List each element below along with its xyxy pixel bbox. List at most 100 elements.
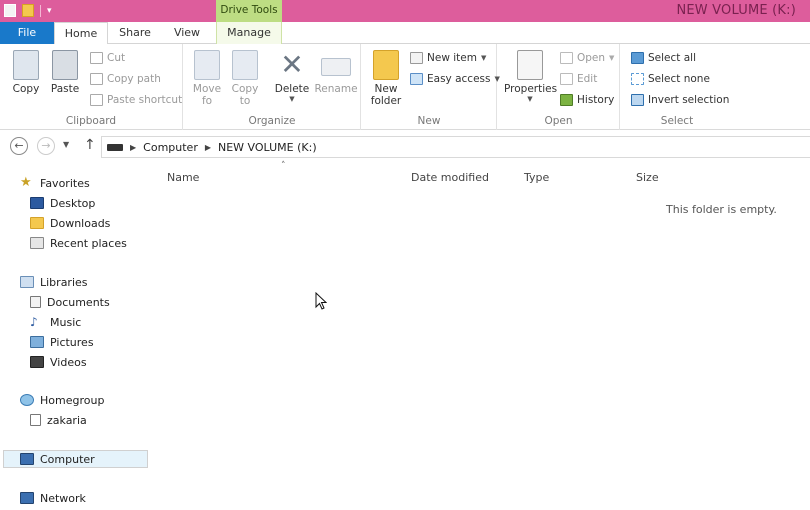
- recent-places-icon: [30, 237, 44, 249]
- cut-button[interactable]: Cut: [90, 52, 125, 64]
- nav-libraries[interactable]: Libraries: [20, 273, 88, 291]
- nav-computer-label: Computer: [40, 452, 95, 466]
- new-group: New folder New item ▼ Easy access ▼ New: [362, 44, 500, 130]
- nav-music[interactable]: ♪ Music: [30, 313, 81, 331]
- paste-shortcut-icon: [90, 94, 103, 106]
- drive-tools-context-label: Drive Tools: [216, 0, 282, 22]
- new-folder-quick-icon[interactable]: [22, 4, 34, 17]
- copy-to-button[interactable]: Copy to: [228, 50, 262, 107]
- tab-file[interactable]: File: [0, 22, 54, 44]
- new-item-icon: [410, 52, 423, 64]
- column-name[interactable]: Name: [167, 171, 199, 184]
- address-box[interactable]: ▶ Computer ▶ NEW VOLUME (K:): [101, 136, 810, 158]
- delete-dropdown-icon: ▼: [289, 95, 295, 103]
- open-group: Properties ▼ Open ▼ Edit History Open: [498, 44, 620, 130]
- window-title: NEW VOLUME (K:): [676, 3, 796, 18]
- nav-videos[interactable]: Videos: [30, 353, 87, 371]
- clipboard-group-label: Clipboard: [65, 115, 117, 127]
- column-size[interactable]: Size: [636, 171, 659, 184]
- easy-access-label: Easy access: [427, 73, 491, 85]
- history-label: History: [577, 94, 615, 106]
- nav-homegroup-label: Homegroup: [40, 393, 105, 407]
- paste-label: Paste: [50, 83, 80, 95]
- move-to-label-line2: fo: [201, 95, 213, 107]
- invert-selection-label: Invert selection: [648, 94, 730, 106]
- nav-network[interactable]: Network: [20, 489, 86, 507]
- nav-homegroup[interactable]: Homegroup: [20, 391, 104, 409]
- forward-button[interactable]: →: [37, 137, 55, 155]
- new-group-label: New: [417, 115, 441, 127]
- tab-share[interactable]: Share: [110, 22, 160, 44]
- move-to-button[interactable]: Move fo: [190, 50, 224, 107]
- paste-button[interactable]: Paste: [46, 50, 84, 95]
- copy-path-label: Copy path: [107, 73, 161, 85]
- back-button[interactable]: ←: [10, 137, 28, 155]
- breadcrumb-new-volume[interactable]: NEW VOLUME (K:): [218, 141, 317, 154]
- easy-access-button[interactable]: Easy access ▼: [410, 73, 500, 85]
- delete-button[interactable]: ✕ Delete ▼: [272, 50, 312, 104]
- breadcrumb-separator-icon[interactable]: ▶: [130, 143, 136, 152]
- column-type[interactable]: Type: [524, 171, 549, 184]
- ribbon-tab-row: File Home Share View Manage: [0, 22, 810, 45]
- easy-access-icon: [410, 73, 423, 85]
- pictures-icon: [30, 336, 44, 348]
- edit-button[interactable]: Edit: [560, 73, 597, 85]
- organize-group: Move fo Copy to ✕ Delete ▼ Rename Organi…: [184, 44, 361, 130]
- tab-manage[interactable]: Manage: [216, 22, 282, 44]
- invert-selection-icon: [631, 94, 644, 106]
- paste-shortcut-button[interactable]: Paste shortcut: [90, 94, 182, 106]
- open-button[interactable]: Open ▼: [560, 52, 614, 64]
- customize-qat-icon[interactable]: ▾: [47, 6, 52, 16]
- nav-documents-label: Documents: [47, 295, 110, 309]
- nav-desktop[interactable]: Desktop: [30, 194, 95, 212]
- rename-button[interactable]: Rename: [314, 50, 358, 95]
- open-icon: [560, 52, 573, 64]
- qat-separator: [40, 4, 41, 17]
- scissors-icon: [90, 52, 103, 64]
- nav-pictures[interactable]: Pictures: [30, 333, 94, 351]
- cut-label: Cut: [107, 52, 126, 64]
- computer-icon: [20, 453, 34, 465]
- invert-selection-button[interactable]: Invert selection: [631, 94, 729, 106]
- homegroup-icon: [20, 394, 34, 406]
- properties-quick-icon[interactable]: [4, 4, 16, 17]
- select-all-button[interactable]: Select all: [631, 52, 696, 64]
- tab-home[interactable]: Home: [54, 22, 108, 45]
- nav-favorites-label: Favorites: [40, 176, 90, 190]
- properties-button[interactable]: Properties ▼: [504, 50, 557, 103]
- nav-computer[interactable]: Computer: [3, 450, 148, 468]
- nav-recent-places[interactable]: Recent places: [30, 234, 127, 252]
- nav-favorites[interactable]: ★ Favorites: [20, 174, 90, 192]
- user-icon: [30, 414, 41, 426]
- new-item-button[interactable]: New item ▼: [410, 52, 486, 64]
- recent-locations-dropdown-icon[interactable]: ▼: [63, 140, 69, 149]
- mouse-cursor-icon: [315, 292, 327, 310]
- nav-recent-label: Recent places: [50, 236, 127, 250]
- star-icon: ★: [20, 175, 32, 190]
- new-folder-label-line2: folder: [370, 95, 402, 107]
- navigation-pane: ★ Favorites Desktop Downloads Recent pla…: [0, 165, 150, 510]
- copy-path-button[interactable]: Copy path: [90, 73, 161, 85]
- nav-music-label: Music: [50, 315, 82, 329]
- up-arrow-icon[interactable]: ↑: [84, 137, 96, 153]
- breadcrumb-separator-icon[interactable]: ▶: [205, 143, 211, 152]
- breadcrumb-computer[interactable]: Computer: [143, 141, 198, 154]
- select-none-button[interactable]: Select none: [631, 73, 710, 85]
- select-all-icon: [631, 52, 644, 64]
- new-folder-button[interactable]: New folder: [368, 50, 404, 107]
- open-group-label: Open: [544, 115, 573, 127]
- nav-documents[interactable]: Documents: [30, 293, 110, 311]
- nav-user[interactable]: zakaria: [30, 411, 87, 429]
- column-date-modified[interactable]: Date modified: [411, 171, 489, 184]
- copy-to-label-line1: Copy: [231, 83, 259, 95]
- title-bar: ▾ Drive Tools NEW VOLUME (K:): [0, 0, 810, 22]
- tab-view[interactable]: View: [162, 22, 212, 44]
- nav-downloads[interactable]: Downloads: [30, 214, 110, 232]
- new-item-dropdown-icon: ▼: [480, 54, 487, 62]
- copy-button[interactable]: Copy: [8, 50, 44, 95]
- history-button[interactable]: History: [560, 94, 614, 106]
- copy-to-label-line2: to: [239, 95, 251, 107]
- select-none-icon: [631, 73, 644, 85]
- nav-downloads-label: Downloads: [50, 216, 111, 230]
- nav-desktop-label: Desktop: [50, 196, 96, 210]
